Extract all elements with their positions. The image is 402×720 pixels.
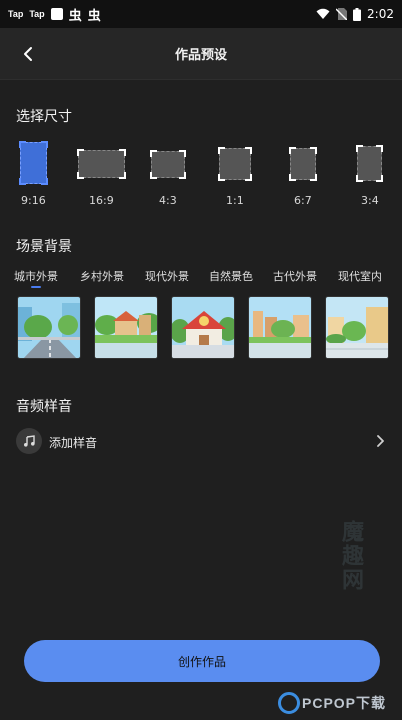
- size-option-9-16[interactable]: [19, 141, 48, 185]
- size-frame: [289, 147, 317, 181]
- tab-modern-interior[interactable]: 现代室内: [338, 268, 382, 284]
- size-label: 4:3: [159, 194, 177, 207]
- tab-ancient-exterior[interactable]: 古代外景: [273, 268, 317, 284]
- size-label: 6:7: [294, 194, 312, 207]
- tap-app-icon: Tap: [29, 9, 45, 19]
- chevron-right-icon: [377, 435, 384, 447]
- size-section-title: 选择尺寸: [16, 109, 72, 125]
- scene-thumbnail[interactable]: [248, 296, 312, 359]
- battery-icon: [353, 7, 362, 21]
- tab-nature[interactable]: 自然景色: [209, 268, 253, 284]
- back-button[interactable]: [14, 40, 42, 68]
- scene-thumbnail[interactable]: [171, 296, 235, 359]
- size-option-16-9[interactable]: [77, 149, 126, 179]
- pcpop-brand-logo: PCPOP下载: [278, 686, 402, 720]
- size-option-1-1[interactable]: [218, 147, 252, 181]
- tab-city-exterior[interactable]: 城市外景: [14, 268, 58, 284]
- scene-tab-bar: 城市外景 乡村外景 现代外景 自然景色 古代外景 现代室内: [0, 266, 402, 290]
- bug-icon: 虫: [87, 8, 101, 24]
- size-option-3-4[interactable]: [356, 145, 383, 182]
- brand-circle-icon: [278, 692, 300, 714]
- no-sim-icon: [336, 8, 348, 20]
- status-right: 2:02: [316, 7, 394, 21]
- scene-thumbnail[interactable]: [17, 296, 81, 359]
- size-label: 1:1: [226, 194, 244, 207]
- scene-thumbnail[interactable]: [325, 296, 389, 359]
- chevron-left-icon: [24, 47, 32, 61]
- size-frame: [77, 149, 126, 179]
- size-frame: [19, 141, 48, 185]
- size-label: 3:4: [361, 194, 379, 207]
- brand-text: PCPOP下载: [302, 695, 387, 711]
- size-option-4-3[interactable]: [150, 150, 186, 179]
- size-label: 16:9: [89, 194, 114, 207]
- create-work-button[interactable]: 创作作品: [24, 640, 380, 682]
- scene-section-title: 场景背景: [16, 239, 72, 255]
- size-frame: [150, 150, 186, 179]
- clock: 2:02: [367, 7, 394, 21]
- size-option-list: 9:16 16:9 4:3 1:1 6:7 3:4: [0, 141, 402, 212]
- notification-square-icon: [50, 8, 63, 20]
- tab-rural-exterior[interactable]: 乡村外景: [80, 268, 124, 284]
- music-note-icon: [16, 428, 42, 454]
- tap-app-icon: Tap: [8, 9, 24, 19]
- add-sample-row[interactable]: 添加样音: [0, 425, 402, 459]
- size-frame: [218, 147, 252, 181]
- scene-thumbnail[interactable]: [94, 296, 158, 359]
- active-tab-indicator: [31, 286, 41, 288]
- size-option-6-7[interactable]: [289, 147, 317, 181]
- top-nav-bar: 作品预设: [0, 28, 402, 80]
- audio-section-title: 音频样音: [16, 399, 72, 415]
- scene-thumbnail-list: [0, 296, 402, 360]
- bug-icon: 虫: [68, 8, 82, 24]
- status-left: Tap Tap 虫 虫: [8, 5, 101, 24]
- tab-modern-exterior[interactable]: 现代外景: [145, 268, 189, 284]
- page-title: 作品预设: [174, 48, 227, 63]
- status-bar: Tap Tap 虫 虫 2:02: [0, 0, 402, 28]
- size-label: 9:16: [21, 194, 46, 207]
- wifi-icon: [316, 8, 330, 19]
- add-sample-label: 添加样音: [49, 436, 98, 450]
- size-frame: [356, 145, 383, 182]
